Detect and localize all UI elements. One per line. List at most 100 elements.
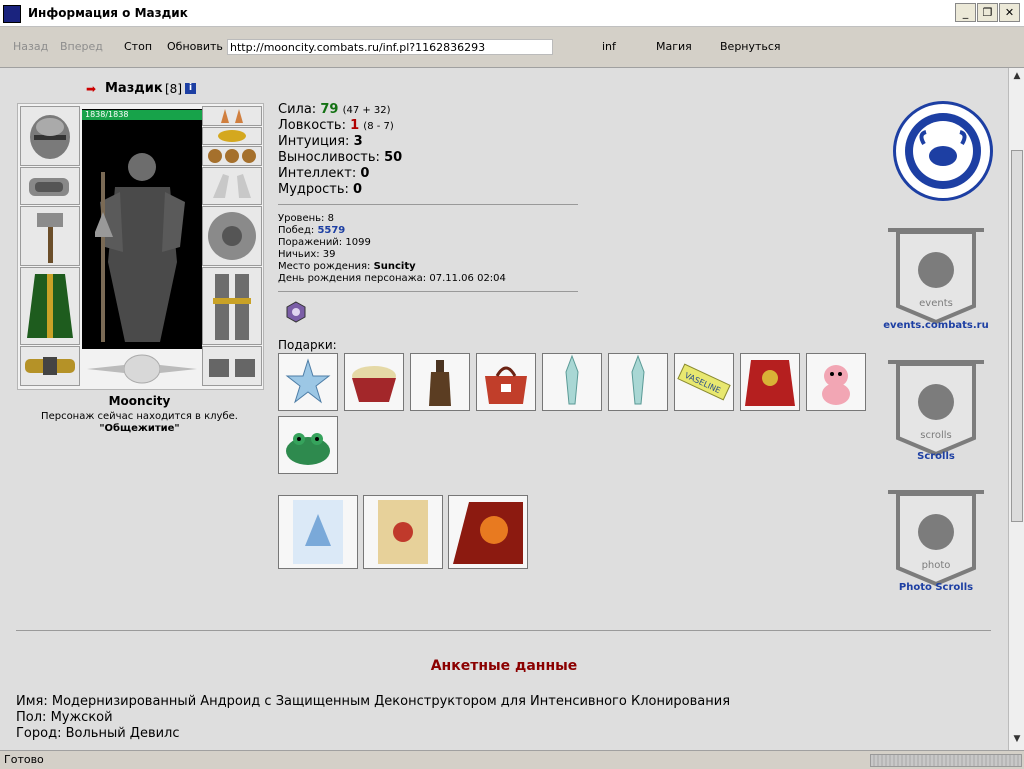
helmet-slot[interactable] xyxy=(20,106,80,166)
gloves-slot[interactable] xyxy=(202,167,262,205)
info-icon[interactable]: i xyxy=(185,83,196,94)
gift-item[interactable] xyxy=(806,353,866,411)
stop-button[interactable]: Стоп xyxy=(124,40,152,53)
photo-scrolls-banner-icon[interactable]: photo xyxy=(886,488,986,588)
svg-text:photo: photo xyxy=(922,560,951,571)
info-birthday: День рождения персонажа: 07.11.06 02:04 xyxy=(278,273,506,284)
photo-scrolls-link[interactable]: Photo Scrolls xyxy=(866,582,1006,593)
rings-slot[interactable] xyxy=(202,146,262,166)
divider xyxy=(278,291,578,292)
scrolls-banner-icon[interactable]: scrolls xyxy=(886,358,986,458)
gift-item[interactable] xyxy=(278,353,338,411)
address-field[interactable]: http://mooncity.combats.ru/inf.pl?116283… xyxy=(227,39,553,55)
gift-item[interactable] xyxy=(542,353,602,411)
gift-item[interactable] xyxy=(410,353,470,411)
status-bar: Готово xyxy=(0,750,1024,769)
weapon-slot[interactable] xyxy=(20,206,80,266)
leggings-icon xyxy=(213,274,251,340)
gift-item[interactable] xyxy=(476,353,536,411)
snowflake-icon xyxy=(285,358,331,404)
questionnaire-city: Город: Вольный Девилс xyxy=(16,726,180,741)
armor-slot[interactable] xyxy=(20,267,80,345)
frog-icon xyxy=(286,433,330,465)
cape-icon xyxy=(745,360,795,406)
city-name: Mooncity xyxy=(108,394,171,408)
scrollbar-thumb[interactable] xyxy=(1011,150,1023,522)
location-name: "Общежитие" xyxy=(99,423,180,434)
crystal-icon xyxy=(565,354,579,405)
amulet-slot[interactable] xyxy=(202,127,262,145)
minimize-button[interactable]: _ xyxy=(955,3,976,22)
clan-badge-icon[interactable] xyxy=(286,301,306,323)
belt-icon xyxy=(25,357,75,375)
inf-button[interactable]: inf xyxy=(602,40,616,53)
status-text: Готово xyxy=(4,753,44,766)
private-arrow-icon[interactable]: ➡ xyxy=(86,82,96,96)
scroll-up-icon[interactable]: ▲ xyxy=(1011,71,1023,83)
page-content: ➡ Маздик [8] i 1838/1838 Mooncity Персон… xyxy=(0,68,1008,750)
site-logo[interactable] xyxy=(893,101,993,201)
stat-agility: Ловкость: 1 (8 - 7) xyxy=(278,118,394,133)
bracers-slot[interactable] xyxy=(20,167,80,205)
questionnaire: Имя: Модернизированный Андроид с Защищен… xyxy=(16,694,730,742)
questionnaire-gender: Пол: Мужской xyxy=(16,710,113,725)
close-button[interactable]: ✕ xyxy=(999,3,1020,22)
vaseline-tube-icon: VASELINE xyxy=(677,363,731,401)
info-draws: Ничьих: 39 xyxy=(278,249,336,260)
bag-icon xyxy=(485,366,527,404)
card-2008-red-icon xyxy=(453,502,523,564)
belt-slot[interactable] xyxy=(20,346,80,386)
scroll-down-icon[interactable]: ▼ xyxy=(1011,734,1023,746)
title-bar: Информация о Маздик _ ❐ ✕ xyxy=(0,0,1024,27)
events-link[interactable]: events.combats.ru xyxy=(866,320,1006,331)
events-banner-icon[interactable]: events xyxy=(886,226,986,326)
progress-bar xyxy=(870,754,1022,767)
stat-wisdom: Мудрость: 0 xyxy=(278,182,363,197)
scrolls-link[interactable]: Scrolls xyxy=(866,451,1006,462)
boots-slot[interactable] xyxy=(202,346,262,386)
stats-list: Сила: 79 (47 + 32) Ловкость: 1 (8 - 7) И… xyxy=(278,102,402,198)
return-button[interactable]: Вернуться xyxy=(720,40,781,53)
boots-icon xyxy=(209,359,255,377)
earrings-slot[interactable] xyxy=(202,106,262,126)
gift-item[interactable] xyxy=(608,353,668,411)
character-name: Маздик xyxy=(105,81,163,96)
window-title: Информация о Маздик xyxy=(28,6,188,20)
toolbar: Назад Вперед Стоп Обновить http://moonci… xyxy=(0,27,1024,68)
robe-icon xyxy=(27,274,73,338)
info-wins: Побед: 5579 xyxy=(278,225,346,236)
bowl-icon xyxy=(352,366,396,402)
character-equipment-frame: 1838/1838 xyxy=(17,103,264,390)
vertical-scrollbar[interactable]: ▲ ▼ xyxy=(1008,68,1024,750)
shield-icon xyxy=(208,212,256,260)
gift-item[interactable] xyxy=(278,416,338,474)
gift-item[interactable] xyxy=(740,353,800,411)
gifts-label: Подарки: xyxy=(278,338,337,352)
greeting-card[interactable] xyxy=(363,495,443,569)
card-2008-blue-icon xyxy=(293,500,343,564)
refresh-button[interactable]: Обновить xyxy=(167,40,223,53)
back-button[interactable]: Назад xyxy=(13,40,48,53)
greeting-card[interactable] xyxy=(448,495,528,569)
character-level: [8] xyxy=(165,82,182,96)
info-block: Уровень: 8 Побед: 5579 Поражений: 1099 Н… xyxy=(278,213,506,285)
bracer-icon xyxy=(29,178,69,196)
questionnaire-name: Имя: Модернизированный Андроид с Защищен… xyxy=(16,694,731,709)
stat-intuition: Интуиция: 3 xyxy=(278,134,363,149)
stat-endurance: Выносливость: 50 xyxy=(278,150,403,165)
questionnaire-title: Анкетные данные xyxy=(430,658,578,674)
gift-item[interactable]: VASELINE xyxy=(674,353,734,411)
maximize-button[interactable]: ❐ xyxy=(977,3,998,22)
health-bar: 1838/1838 xyxy=(82,110,202,120)
magic-button[interactable]: Магия xyxy=(656,40,692,53)
forward-button[interactable]: Вперед xyxy=(60,40,103,53)
shield-slot[interactable] xyxy=(202,206,262,266)
stat-intellect: Интеллект: 0 xyxy=(278,166,370,181)
cow-icon xyxy=(822,365,850,405)
info-birthplace: Место рождения: Suncity xyxy=(278,261,416,272)
gift-item[interactable] xyxy=(344,353,404,411)
greeting-card[interactable] xyxy=(278,495,358,569)
svg-text:events: events xyxy=(919,298,953,309)
leggings-slot[interactable] xyxy=(202,267,262,345)
divider xyxy=(278,204,578,205)
